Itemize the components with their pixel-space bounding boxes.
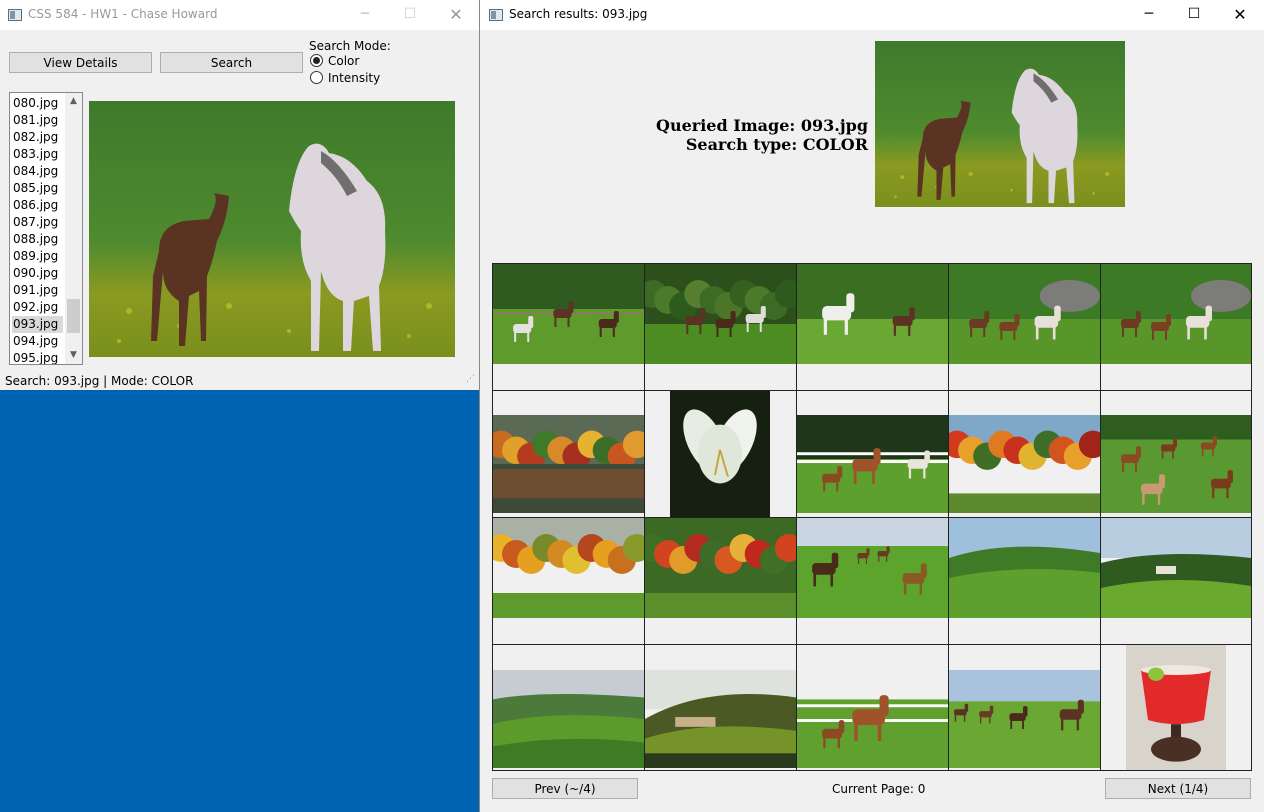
current-page-label: Current Page: 0 <box>832 782 926 796</box>
result-thumbnail[interactable] <box>644 263 797 391</box>
result-image-autumn-meadow <box>493 518 644 618</box>
result-image-rolling-fields <box>493 670 644 768</box>
resize-grip-icon[interactable]: ⋰ <box>466 374 475 384</box>
prev-page-button[interactable]: Prev (~/4) <box>492 778 638 799</box>
result-thumbnail[interactable] <box>948 390 1101 518</box>
result-thumbnail[interactable] <box>796 263 949 391</box>
result-image-horses-fence <box>493 264 644 364</box>
result-image-green-valley <box>949 518 1100 618</box>
result-thumbnail[interactable] <box>492 263 645 391</box>
result-thumbnail[interactable] <box>492 517 645 645</box>
scroll-up-icon[interactable]: ▲ <box>65 93 82 110</box>
app-icon <box>8 9 22 21</box>
result-image-autumn-trees <box>949 415 1100 513</box>
result-image-horses-trees <box>645 264 796 364</box>
result-thumbnail[interactable] <box>796 390 949 518</box>
result-image-white-lily <box>645 391 796 517</box>
file-list-item[interactable]: 081.jpg <box>12 112 63 129</box>
status-bar-text: Search: 093.jpg | Mode: COLOR <box>5 374 194 388</box>
result-thumbnail[interactable] <box>948 263 1101 391</box>
queried-image <box>875 41 1125 207</box>
next-page-button[interactable]: Next (1/4) <box>1105 778 1251 799</box>
result-thumbnail[interactable] <box>492 390 645 518</box>
results-close-icon[interactable]: ✕ <box>1217 0 1263 30</box>
file-list-item[interactable]: 090.jpg <box>12 265 63 282</box>
intensity-radio[interactable] <box>310 71 323 84</box>
file-list-item[interactable]: 094.jpg <box>12 333 63 350</box>
result-thumbnail[interactable] <box>492 644 645 771</box>
scroll-thumb[interactable] <box>67 299 80 333</box>
file-list-item[interactable]: 084.jpg <box>12 163 63 180</box>
file-list-item[interactable]: 093.jpg <box>12 316 63 333</box>
result-thumbnail[interactable] <box>644 390 797 518</box>
queried-image-label: Queried Image: 093.jpg <box>656 116 868 135</box>
result-image-riders-herd <box>797 518 948 618</box>
result-image-autumn-forest <box>645 518 796 618</box>
result-thumbnail[interactable] <box>796 517 949 645</box>
maximize-icon[interactable]: ☐ <box>387 0 433 30</box>
result-thumbnail[interactable] <box>644 517 797 645</box>
color-radio-label[interactable]: Color <box>328 54 359 68</box>
result-image-village-hills <box>645 670 796 768</box>
result-image-white-horse-foal <box>797 264 948 364</box>
file-list-item[interactable]: 085.jpg <box>12 180 63 197</box>
file-list-item[interactable]: 095.jpg <box>12 350 63 364</box>
result-thumbnail[interactable] <box>644 644 797 771</box>
file-list-item[interactable]: 091.jpg <box>12 282 63 299</box>
result-image-horses-white-fence <box>797 415 948 513</box>
result-image-mare-foal-fence <box>797 670 948 768</box>
result-image-cows-field <box>1101 415 1251 513</box>
results-titlebar[interactable]: Search results: 093.jpg ─ ☐ ✕ <box>480 0 1264 30</box>
result-thumbnail[interactable] <box>1100 517 1252 645</box>
main-titlebar[interactable]: CSS 584 - HW1 - Chase Howard ─ ☐ ✕ <box>0 0 479 30</box>
result-thumbnail[interactable] <box>1100 644 1252 771</box>
main-window-title: CSS 584 - HW1 - Chase Howard <box>28 7 218 21</box>
file-list-item[interactable]: 087.jpg <box>12 214 63 231</box>
result-thumbnail[interactable] <box>1100 390 1252 518</box>
search-mode-label: Search Mode: <box>309 39 391 53</box>
result-image-farm-hills <box>1101 518 1251 618</box>
file-list-item[interactable]: 088.jpg <box>12 231 63 248</box>
queried-image-caption: Queried Image: 093.jpg Search type: COLO… <box>600 116 868 154</box>
results-window-title: Search results: 093.jpg <box>509 7 648 21</box>
results-app-icon <box>489 9 503 21</box>
file-list-scrollbar[interactable]: ▲ ▼ <box>65 93 82 364</box>
result-thumbnail[interactable] <box>948 644 1101 771</box>
color-radio[interactable] <box>310 54 323 67</box>
results-maximize-icon[interactable]: ☐ <box>1171 0 1217 30</box>
result-image-cowboys-herd <box>949 670 1100 768</box>
search-type-label: Search type: COLOR <box>685 135 868 154</box>
intensity-radio-label[interactable]: Intensity <box>328 71 380 85</box>
results-grid <box>492 263 1252 771</box>
file-list-item[interactable]: 089.jpg <box>12 248 63 265</box>
results-window: Search results: 093.jpg ─ ☐ ✕ Queried Im… <box>479 0 1264 812</box>
view-details-button[interactable]: View Details <box>9 52 152 73</box>
main-window: CSS 584 - HW1 - Chase Howard ─ ☐ ✕ View … <box>0 0 479 390</box>
close-icon[interactable]: ✕ <box>433 0 479 30</box>
result-thumbnail[interactable] <box>796 644 949 771</box>
minimize-icon[interactable]: ─ <box>342 0 388 30</box>
result-image-horses-rocks-1 <box>949 264 1100 364</box>
selected-image-preview <box>89 101 455 357</box>
file-list-item[interactable]: 082.jpg <box>12 129 63 146</box>
file-list-item[interactable]: 080.jpg <box>12 95 63 112</box>
search-button[interactable]: Search <box>160 52 303 73</box>
results-minimize-icon[interactable]: ─ <box>1126 0 1172 30</box>
result-image-red-drink <box>1101 645 1251 770</box>
file-list-item[interactable]: 083.jpg <box>12 146 63 163</box>
result-thumbnail[interactable] <box>1100 263 1252 391</box>
result-image-autumn-lake <box>493 415 644 513</box>
file-list-item[interactable]: 086.jpg <box>12 197 63 214</box>
result-image-horses-rocks-2 <box>1101 264 1251 364</box>
file-list-item[interactable]: 092.jpg <box>12 299 63 316</box>
result-thumbnail[interactable] <box>948 517 1101 645</box>
image-file-list[interactable]: ▲ ▼ 080.jpg 081.jpg 082.jpg 083.jpg 084.jpg 0… <box>9 92 83 365</box>
scroll-down-icon[interactable]: ▼ <box>65 347 82 364</box>
